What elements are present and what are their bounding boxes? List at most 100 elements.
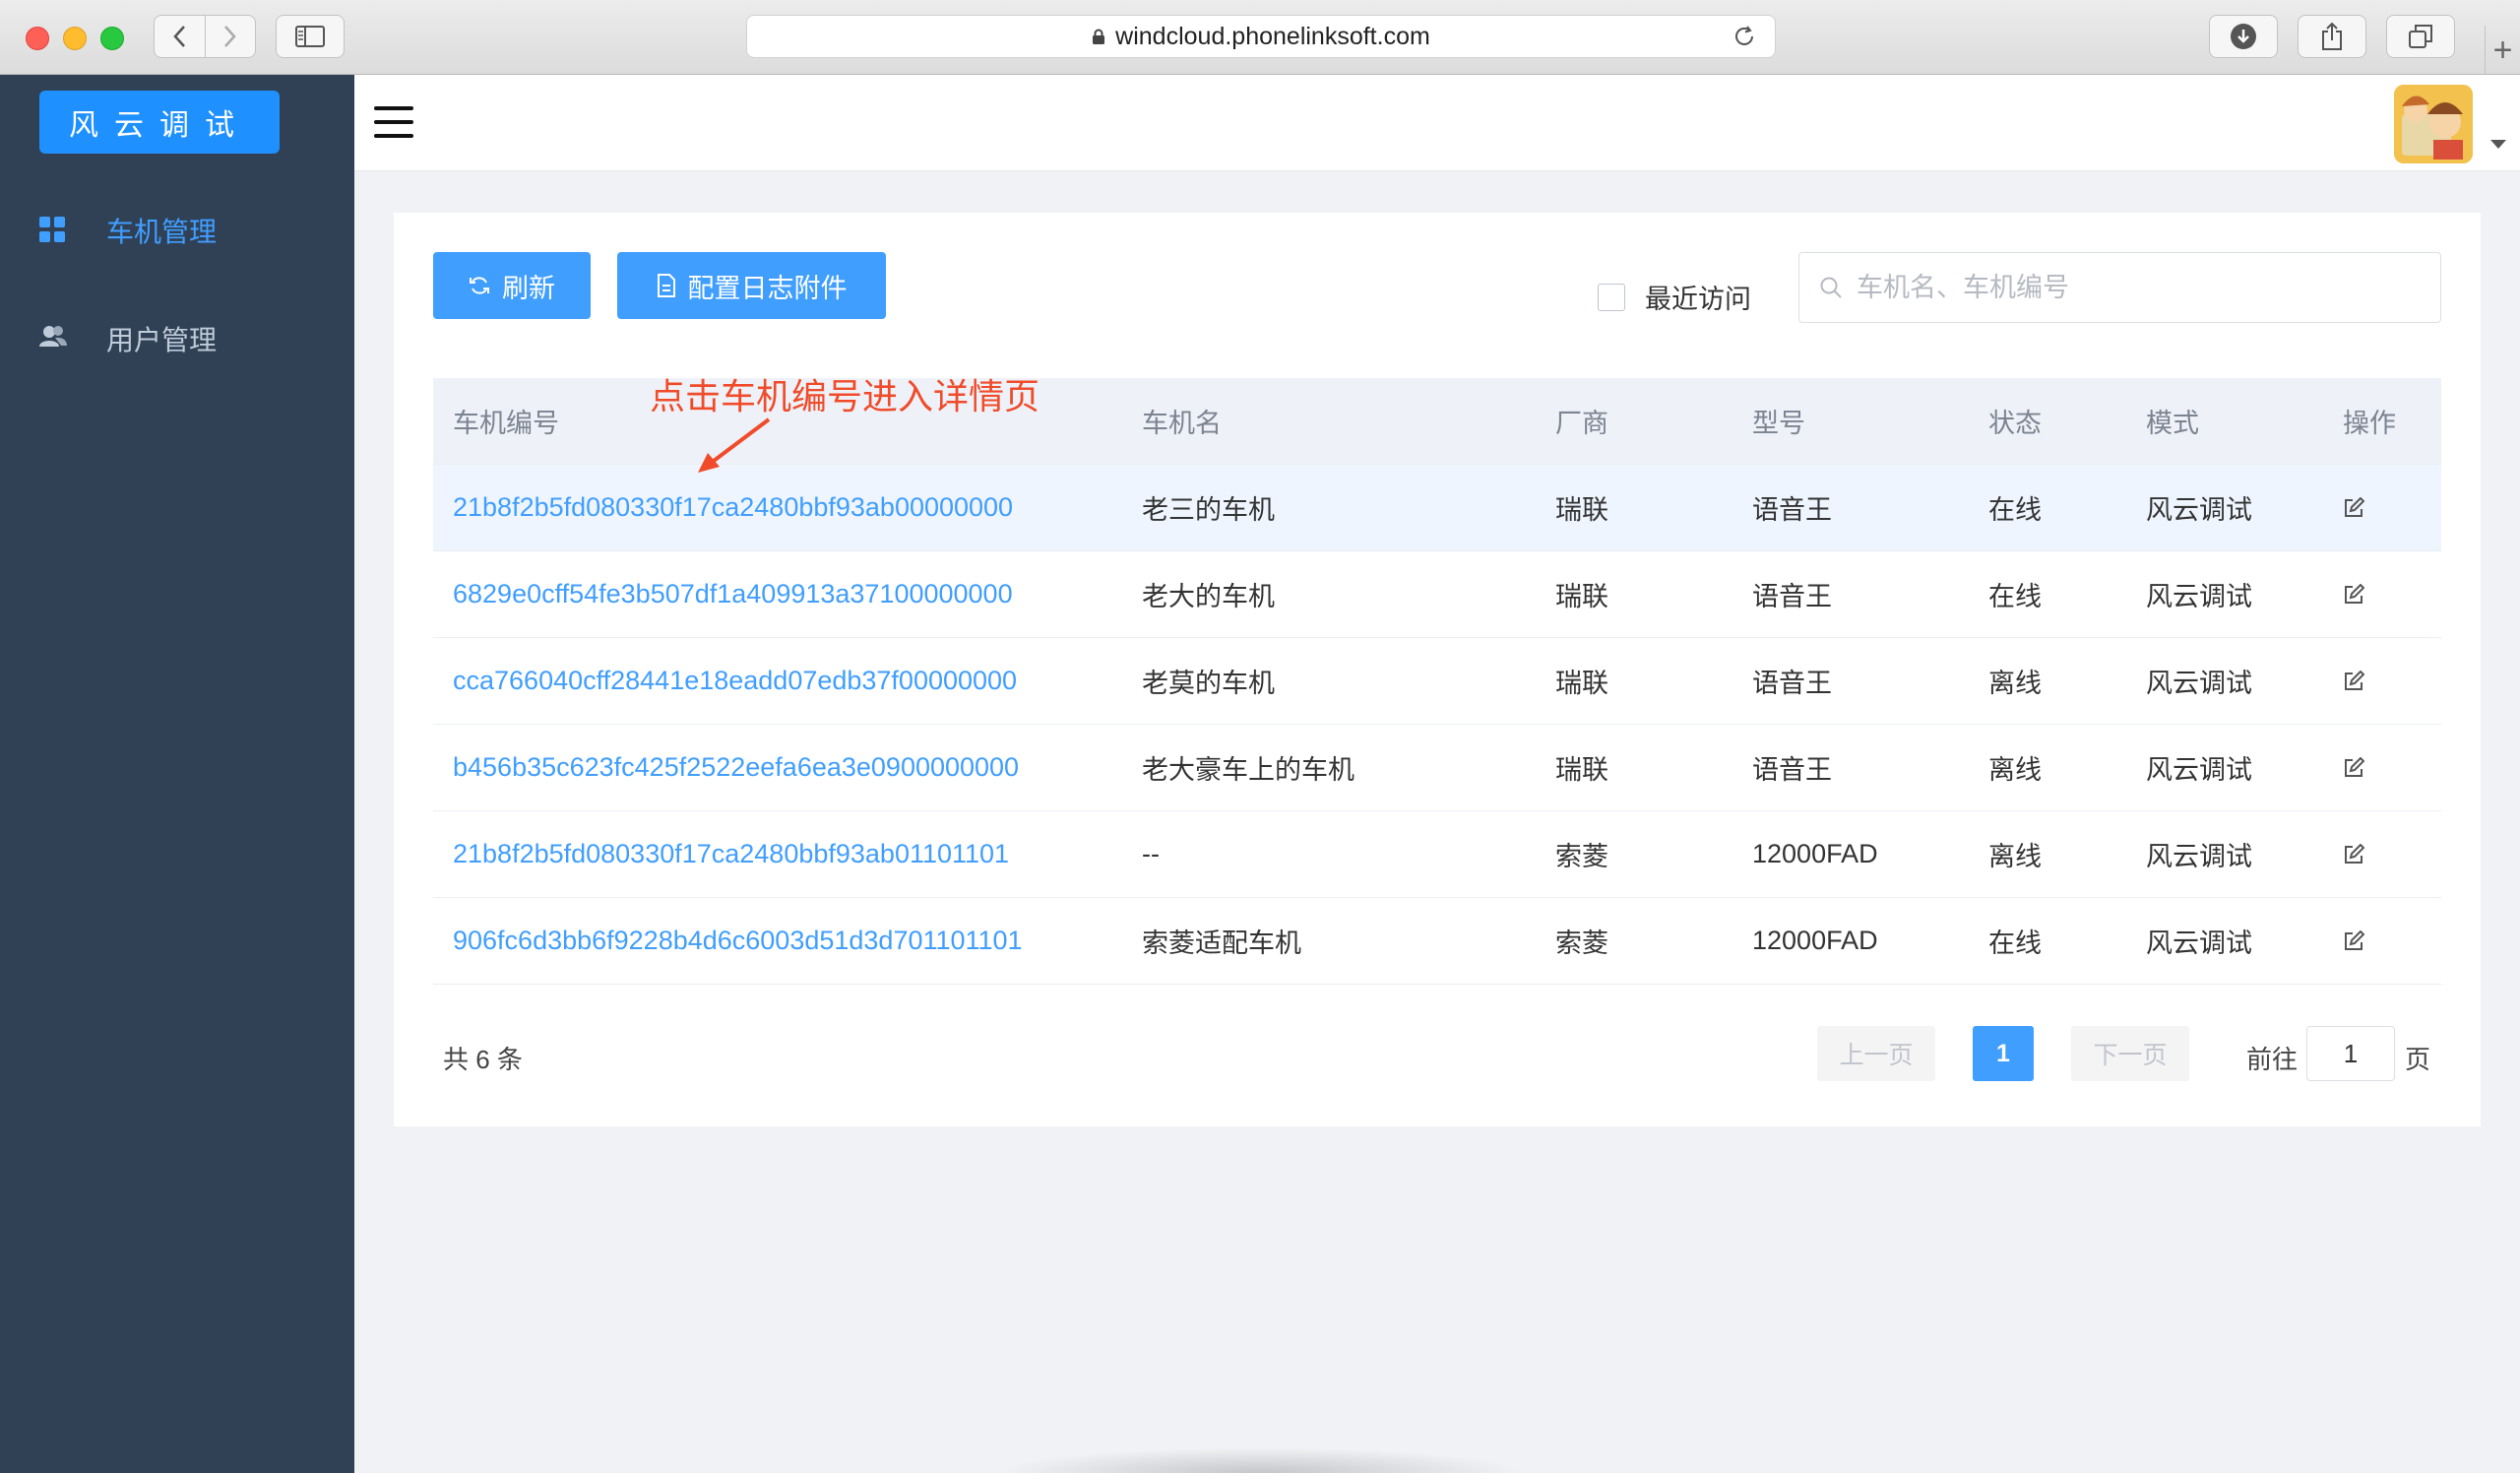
- users-icon: [39, 325, 67, 352]
- config-log-attachment-button[interactable]: 配置日志附件: [617, 252, 886, 319]
- edit-icon[interactable]: [2343, 756, 2364, 779]
- model: 语音王: [1752, 755, 1832, 785]
- url-text: windcloud.phonelinksoft.com: [1115, 22, 1430, 50]
- device-id-link[interactable]: cca766040cff28441e18eadd07edb37f00000000: [453, 638, 1017, 724]
- vendor: 索菱: [1555, 929, 1608, 958]
- goto-page-input[interactable]: [2306, 1026, 2395, 1081]
- tabs-overview-button[interactable]: [2386, 15, 2455, 58]
- chevron-down-icon[interactable]: [2490, 140, 2506, 149]
- mode: 风云调试: [2146, 755, 2252, 785]
- download-icon: [2231, 24, 2256, 49]
- hamburger-menu-icon[interactable]: [374, 106, 413, 138]
- annotation-text: 点击车机编号进入详情页: [650, 376, 1040, 416]
- device-name: 老大的车机: [1142, 582, 1275, 611]
- table-row[interactable]: 6829e0cff54fe3b507df1a409913a37100000000…: [433, 551, 2441, 638]
- table-row[interactable]: 21b8f2b5fd080330f17ca2480bbf93ab01101101…: [433, 811, 2441, 898]
- device-table: 车机编号 车机名 厂商 型号 状态 模式 操作 21b8f2b5fd080330…: [433, 376, 2441, 985]
- mode: 风云调试: [2146, 495, 2252, 525]
- table-row[interactable]: cca766040cff28441e18eadd07edb37f00000000…: [433, 638, 2441, 725]
- page-number-button[interactable]: 1: [1973, 1026, 2034, 1081]
- back-button[interactable]: [155, 16, 205, 57]
- recent-visit-checkbox[interactable]: 最近访问: [1598, 278, 1751, 316]
- chevron-left-icon: [173, 26, 186, 47]
- config-label: 配置日志附件: [687, 273, 848, 303]
- edit-icon[interactable]: [2343, 583, 2364, 606]
- sidebar-item-user-management[interactable]: 用户管理: [0, 299, 354, 378]
- grid-icon: [39, 217, 67, 244]
- table-row[interactable]: 21b8f2b5fd080330f17ca2480bbf93ab00000000…: [433, 465, 2441, 551]
- device-id-link[interactable]: 906fc6d3bb6f9228b4d6c6003d51d3d701101101: [453, 898, 1023, 984]
- total-count: 共 6 条: [443, 1045, 523, 1074]
- search-icon: [1820, 277, 1842, 298]
- refresh-icon: [470, 277, 489, 294]
- avatar[interactable]: [2394, 85, 2473, 163]
- sidebar-icon: [295, 26, 325, 47]
- model: 12000FAD: [1752, 926, 1878, 955]
- status: 在线: [1988, 495, 2042, 525]
- app-logo[interactable]: 风云调试: [39, 91, 280, 154]
- device-name: 索菱适配车机: [1142, 929, 1301, 958]
- table-row[interactable]: b456b35c623fc425f2522eefa6ea3e0900000000…: [433, 725, 2441, 811]
- column-header-model: 型号: [1752, 409, 1805, 438]
- vendor: 瑞联: [1555, 669, 1608, 698]
- search-input[interactable]: [1857, 272, 2408, 303]
- edit-icon[interactable]: [2343, 929, 2364, 952]
- model: 12000FAD: [1752, 839, 1878, 868]
- edit-icon[interactable]: [2343, 843, 2364, 865]
- browser-toolbar: windcloud.phonelinksoft.com +: [0, 0, 2520, 75]
- downloads-button[interactable]: [2209, 15, 2278, 58]
- device-id-link[interactable]: 21b8f2b5fd080330f17ca2480bbf93ab01101101: [453, 811, 1009, 897]
- device-id-link[interactable]: b456b35c623fc425f2522eefa6ea3e0900000000: [453, 725, 1019, 810]
- vendor: 索菱: [1555, 842, 1608, 871]
- recent-visit-label: 最近访问: [1645, 285, 1751, 314]
- model: 语音王: [1752, 495, 1832, 525]
- goto-prefix-label: 前往: [2246, 1045, 2299, 1074]
- table-row[interactable]: 906fc6d3bb6f9228b4d6c6003d51d3d701101101…: [433, 898, 2441, 985]
- status: 离线: [1988, 669, 2042, 698]
- show-sidebar-button[interactable]: [276, 15, 345, 58]
- vendor: 瑞联: [1555, 582, 1608, 611]
- device-name: 老大豪车上的车机: [1142, 755, 1354, 785]
- next-page-button[interactable]: 下一页: [2071, 1026, 2189, 1081]
- document-icon: [657, 274, 675, 297]
- mode: 风云调试: [2146, 842, 2252, 871]
- share-button[interactable]: [2298, 15, 2366, 58]
- top-header: [354, 75, 2520, 171]
- device-id-link[interactable]: 6829e0cff54fe3b507df1a409913a37100000000: [453, 551, 1013, 637]
- reload-icon[interactable]: [1732, 24, 1757, 49]
- edit-icon[interactable]: [2343, 496, 2364, 519]
- forward-button[interactable]: [204, 16, 256, 57]
- annotation-arrow-icon: [698, 417, 771, 473]
- column-header-device-id: 车机编号: [453, 409, 559, 438]
- close-window-button[interactable]: [26, 27, 49, 50]
- vendor: 瑞联: [1555, 755, 1608, 785]
- new-tab-button[interactable]: +: [2485, 26, 2520, 75]
- prev-page-button[interactable]: 上一页: [1817, 1026, 1935, 1081]
- status: 离线: [1988, 755, 2042, 785]
- history-nav: [154, 15, 256, 58]
- model: 语音王: [1752, 669, 1832, 698]
- refresh-button[interactable]: 刷新: [433, 252, 591, 319]
- status: 在线: [1988, 929, 2042, 958]
- column-header-device-name: 车机名: [1142, 409, 1222, 438]
- status: 离线: [1988, 842, 2042, 871]
- plus-icon: +: [2492, 31, 2513, 69]
- search-box[interactable]: [1798, 252, 2441, 323]
- maximize-window-button[interactable]: [100, 27, 124, 50]
- mode: 风云调试: [2146, 929, 2252, 958]
- device-id-link[interactable]: 21b8f2b5fd080330f17ca2480bbf93ab00000000: [453, 465, 1013, 550]
- actions-cell: [2343, 551, 2364, 637]
- vendor: 瑞联: [1555, 495, 1608, 525]
- lock-icon: [1093, 29, 1105, 44]
- minimize-window-button[interactable]: [63, 27, 87, 50]
- edit-icon[interactable]: [2343, 670, 2364, 692]
- tabs-icon: [2409, 25, 2432, 48]
- sidebar-item-label: 用户管理: [106, 325, 218, 355]
- actions-cell: [2343, 638, 2364, 724]
- model: 语音王: [1752, 582, 1832, 611]
- sidebar-item-device-management[interactable]: 车机管理: [0, 191, 354, 270]
- mode: 风云调试: [2146, 582, 2252, 611]
- checkbox-box[interactable]: [1598, 283, 1625, 311]
- address-bar[interactable]: windcloud.phonelinksoft.com: [746, 15, 1776, 58]
- column-header-vendor: 厂商: [1555, 409, 1608, 438]
